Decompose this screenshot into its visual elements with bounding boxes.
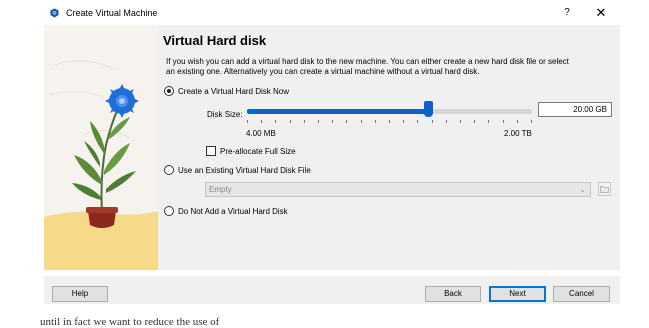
slider-tick: [446, 120, 447, 123]
next-button[interactable]: Next: [489, 286, 546, 302]
close-button[interactable]: ✕: [593, 6, 609, 20]
preallocate-label[interactable]: Pre-allocate Full Size: [220, 147, 296, 156]
virtualbox-icon: [50, 8, 59, 18]
slider-tick: [460, 120, 461, 123]
disk-size-slider[interactable]: [247, 109, 532, 114]
potted-flower-icon: [44, 25, 158, 270]
slider-tick: [474, 120, 475, 123]
slider-tick: [332, 120, 333, 123]
background-document-text: until in fact we want to reduce the use …: [40, 316, 220, 328]
radio-use-existing-label[interactable]: Use an Existing Virtual Hard Disk File: [178, 166, 311, 175]
existing-disk-select[interactable]: Empty ⌄: [205, 182, 591, 197]
slider-tick: [318, 120, 319, 123]
slider-tick: [432, 120, 433, 123]
slider-tick: [517, 120, 518, 123]
slider-tick: [531, 120, 532, 123]
window-title: Create Virtual Machine: [66, 8, 158, 18]
help-title-button[interactable]: ?: [560, 6, 574, 20]
radio-create-disk-label[interactable]: Create a Virtual Hard Disk Now: [178, 87, 289, 96]
preallocate-checkbox[interactable]: [206, 146, 216, 156]
radio-create-disk[interactable]: [164, 86, 174, 96]
slider-tick: [261, 120, 262, 123]
slider-fill: [247, 109, 427, 114]
slider-tick: [304, 120, 305, 123]
page-description: If you wish you can add a virtual hard d…: [166, 57, 569, 76]
title-bar: Create Virtual Machine ? ✕: [0, 0, 649, 25]
slider-tick: [375, 120, 376, 123]
slider-thumb[interactable]: [424, 101, 433, 117]
choose-disk-file-icon[interactable]: [598, 182, 611, 196]
slider-tick: [403, 120, 404, 123]
slider-tick: [247, 120, 248, 123]
slider-ticks: [247, 120, 532, 124]
cancel-button[interactable]: Cancel: [553, 286, 610, 302]
slider-tick: [290, 120, 291, 123]
radio-use-existing[interactable]: [164, 165, 174, 175]
page-heading: Virtual Hard disk: [163, 33, 267, 48]
slider-max-label: 2.00 TB: [504, 129, 532, 138]
disk-size-label: Disk Size:: [207, 110, 243, 119]
slider-tick: [346, 120, 347, 123]
slider-tick: [389, 120, 390, 123]
existing-disk-select-value: Empty: [209, 185, 232, 194]
radio-do-not-add-label[interactable]: Do Not Add a Virtual Hard Disk: [178, 207, 288, 216]
radio-do-not-add[interactable]: [164, 206, 174, 216]
slider-tick: [275, 120, 276, 123]
chevron-down-icon: ⌄: [579, 185, 586, 194]
slider-min-label: 4.00 MB: [246, 129, 276, 138]
help-button[interactable]: Help: [52, 286, 108, 302]
slider-tick: [417, 120, 418, 123]
disk-size-input[interactable]: 20.00 GB: [538, 102, 612, 117]
plant-illustration: [44, 25, 158, 270]
slider-tick: [361, 120, 362, 123]
slider-tick: [488, 120, 489, 123]
slider-tick: [503, 120, 504, 123]
back-button[interactable]: Back: [425, 286, 481, 302]
